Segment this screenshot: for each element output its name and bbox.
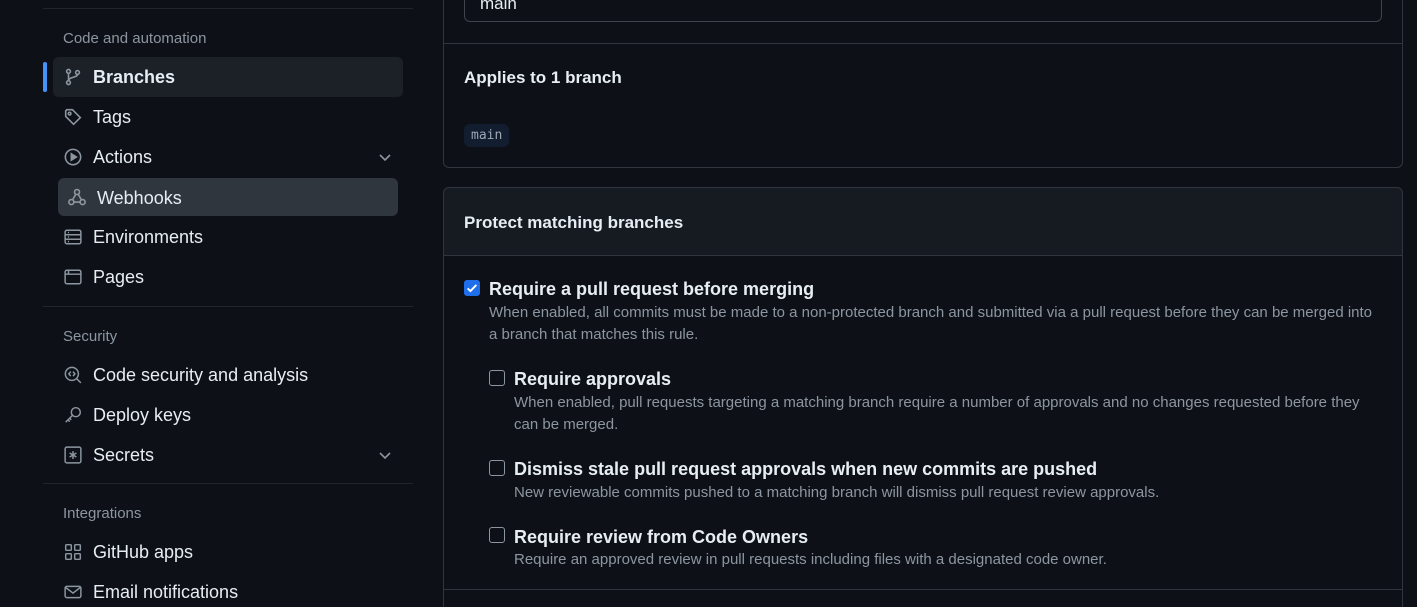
- sidebar-item-actions[interactable]: Actions: [53, 137, 403, 177]
- git-branch-icon: [63, 67, 83, 87]
- box-divider: [444, 43, 1402, 44]
- dismiss-stale-checkbox[interactable]: [489, 460, 505, 476]
- sidebar-divider: [43, 306, 413, 307]
- dismiss-stale-description: New reviewable commits pushed to a match…: [514, 484, 1160, 501]
- sidebar-item-label: Tags: [93, 107, 132, 127]
- server-icon: [63, 227, 83, 247]
- sidebar-divider: [43, 8, 413, 9]
- checkmark-icon: [466, 284, 478, 293]
- sidebar-item-label: GitHub apps: [93, 542, 194, 562]
- require-pr-label[interactable]: Require a pull request before merging: [489, 278, 814, 300]
- section-heading-code-automation: Code and automation: [63, 30, 207, 47]
- browser-icon: [63, 267, 83, 287]
- sidebar-item-webhooks[interactable]: Webhooks: [58, 178, 398, 216]
- dismiss-stale-label[interactable]: Dismiss stale pull request approvals whe…: [514, 458, 1097, 480]
- code-owners-checkbox[interactable]: [489, 527, 505, 543]
- sidebar-item-label: Email notifications: [93, 582, 239, 602]
- chevron-down-icon[interactable]: [377, 149, 393, 165]
- sidebar-item-label: Secrets: [93, 445, 155, 465]
- sidebar-item-label: Code security and analysis: [93, 365, 309, 385]
- sidebar-item-deploy-keys[interactable]: Deploy keys: [53, 395, 403, 435]
- sidebar-divider: [43, 483, 413, 484]
- play-icon: [63, 147, 83, 167]
- active-indicator: [43, 62, 47, 92]
- sidebar-item-label: Environments: [93, 227, 204, 247]
- sidebar-item-environments[interactable]: Environments: [53, 217, 403, 257]
- sidebar-item-code-security[interactable]: Code security and analysis: [53, 355, 403, 395]
- protect-title: Protect matching branches: [464, 213, 684, 232]
- sidebar-item-label: Actions: [93, 147, 153, 167]
- sidebar-item-github-apps[interactable]: GitHub apps: [53, 532, 403, 572]
- mail-icon: [63, 582, 83, 602]
- section-divider: [444, 589, 1402, 590]
- settings-page: Code and automation Branches Tags Action…: [0, 0, 1417, 607]
- sidebar-item-label: Deploy keys: [93, 405, 192, 425]
- require-approvals-description: can be merged.: [514, 416, 619, 433]
- chevron-down-icon[interactable]: [377, 447, 393, 463]
- webhook-icon: [67, 187, 87, 207]
- sidebar-item-branches[interactable]: Branches: [53, 57, 403, 97]
- apps-icon: [63, 542, 83, 562]
- asterisk-icon: [63, 445, 83, 465]
- sidebar-item-email-notifications[interactable]: Email notifications: [53, 572, 403, 607]
- require-pr-checkbox[interactable]: [464, 280, 480, 296]
- codescan-icon: [63, 365, 83, 385]
- code-owners-description: Require an approved review in pull reque…: [514, 551, 1107, 568]
- require-pr-description: a branch that matches this rule.: [489, 326, 699, 343]
- require-approvals-description: When enabled, pull requests targeting a …: [514, 394, 1360, 411]
- section-heading-security: Security: [63, 328, 118, 345]
- section-heading-integrations: Integrations: [63, 505, 142, 522]
- key-icon: [63, 405, 83, 425]
- require-approvals-checkbox[interactable]: [489, 370, 505, 386]
- settings-sidebar: Code and automation Branches Tags Action…: [0, 0, 430, 607]
- sidebar-item-label: Pages: [93, 267, 145, 287]
- require-pr-description: When enabled, all commits must be made t…: [489, 304, 1373, 321]
- branch-pattern-input[interactable]: main: [464, 0, 1382, 22]
- applies-title: Applies to 1 branch: [464, 68, 622, 87]
- require-approvals-label[interactable]: Require approvals: [514, 368, 671, 390]
- sidebar-item-pages[interactable]: Pages: [53, 257, 403, 297]
- branch-chip[interactable]: main: [464, 124, 510, 147]
- code-owners-label[interactable]: Require review from Code Owners: [514, 526, 808, 548]
- tag-icon: [63, 107, 83, 127]
- sidebar-item-label: Webhooks: [97, 188, 182, 208]
- sidebar-item-label: Branches: [93, 67, 176, 87]
- sidebar-item-tags[interactable]: Tags: [53, 97, 403, 137]
- sidebar-item-secrets[interactable]: Secrets: [53, 435, 403, 475]
